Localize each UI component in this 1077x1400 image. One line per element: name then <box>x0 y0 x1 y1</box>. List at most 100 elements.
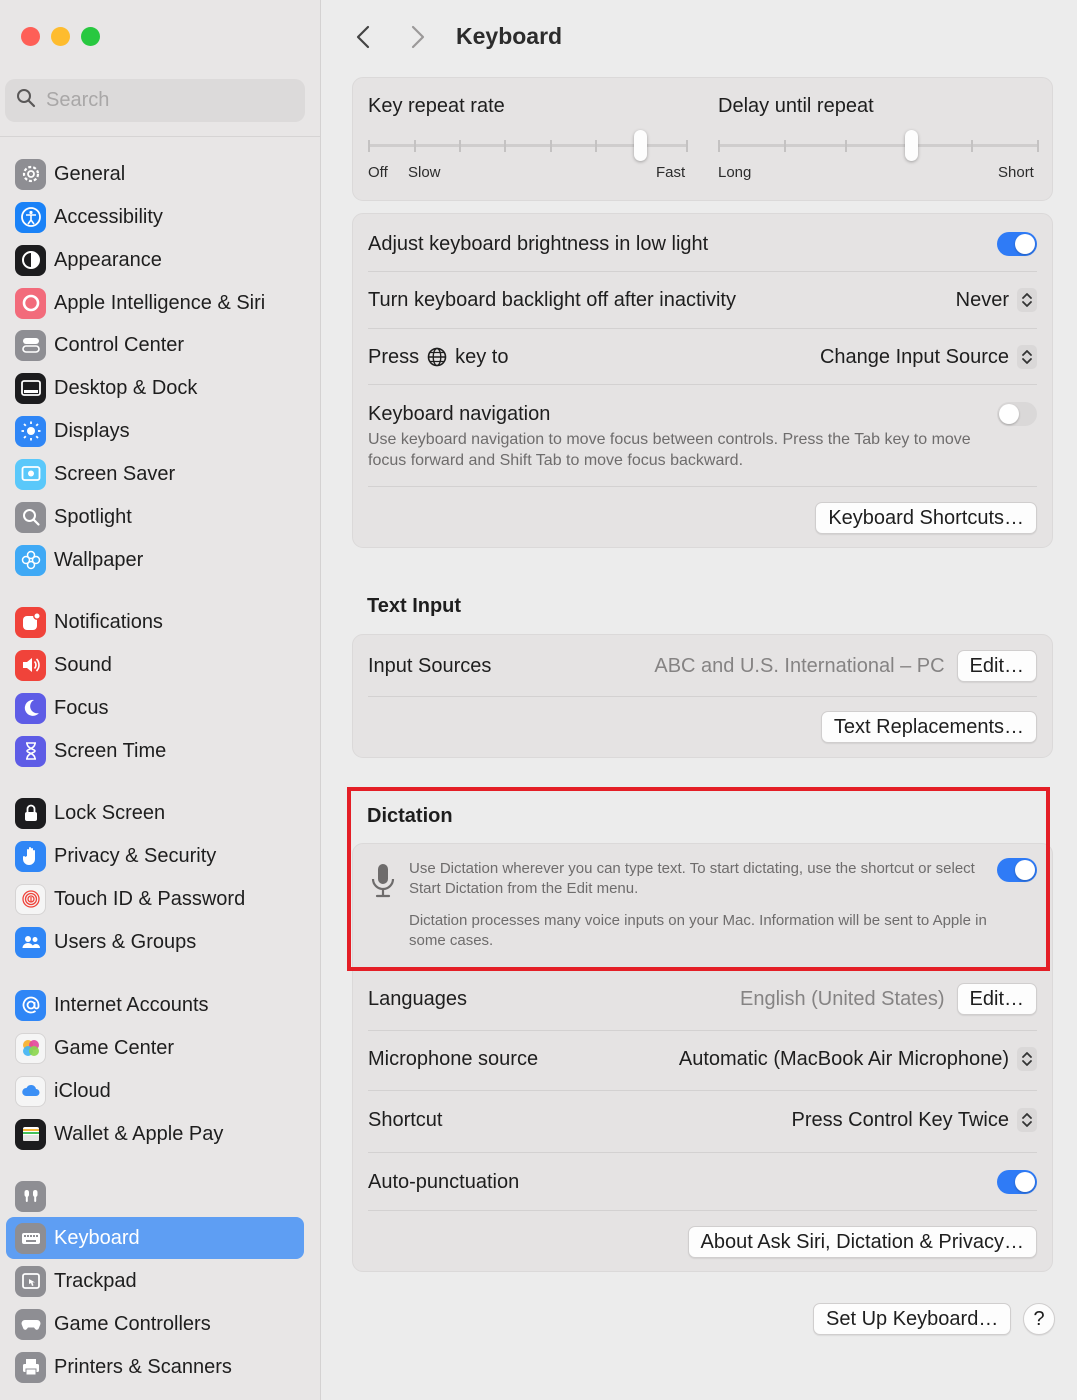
press-globe-select[interactable]: Change Input Source <box>820 345 1037 369</box>
shortcut-select[interactable]: Press Control Key Twice <box>792 1108 1037 1132</box>
sidebar-item-airpods[interactable] <box>6 1175 304 1217</box>
delay-slider[interactable] <box>718 128 1039 164</box>
back-button[interactable] <box>351 22 375 52</box>
sidebar-item-label: Game Controllers <box>54 1312 211 1335</box>
search-field[interactable] <box>5 79 305 122</box>
backlight-label: Turn keyboard backlight off after inacti… <box>368 288 736 311</box>
sidebar-item-apple-intelligence-and-siri[interactable]: Apple Intelligence & Siri <box>6 282 304 324</box>
sidebar-item-printers-and-scanners[interactable]: Printers & Scanners <box>6 1346 304 1388</box>
brightness-toggle[interactable] <box>997 232 1037 256</box>
key-repeat-fast-label: Fast <box>656 164 686 181</box>
delay-thumb[interactable] <box>904 130 918 161</box>
minimize-window-button[interactable] <box>51 27 70 46</box>
sidebar-item-label: Desktop & Dock <box>54 376 198 399</box>
users-icon <box>15 926 46 958</box>
notifications-icon <box>15 606 46 638</box>
languages-edit-button[interactable]: Edit… <box>956 983 1037 1015</box>
sidebar-divider <box>0 136 320 137</box>
globe-icon <box>427 347 447 367</box>
keyboard-nav-toggle[interactable] <box>997 402 1037 426</box>
backlight-value: Never <box>955 288 1009 311</box>
delay-long-label: Long <box>718 164 752 181</box>
sidebar-item-label: Lock Screen <box>54 801 166 824</box>
input-sources-label: Input Sources <box>368 654 492 677</box>
sidebar-item-privacy-and-security[interactable]: Privacy & Security <box>6 835 304 877</box>
airpods-icon <box>15 1180 46 1212</box>
sidebar-item-users-and-groups[interactable]: Users & Groups <box>6 921 304 963</box>
sidebar-item-internet-accounts[interactable]: Internet Accounts <box>6 984 304 1026</box>
zoom-window-button[interactable] <box>81 27 100 46</box>
keyboard-settings-card: Adjust keyboard brightness in low light … <box>352 213 1053 548</box>
up-down-chevron-icon <box>1017 1047 1037 1071</box>
sidebar-item-label: Displays <box>54 419 130 442</box>
control-center-icon <box>15 329 46 361</box>
input-sources-edit-button[interactable]: Edit… <box>956 650 1037 682</box>
auto-punctuation-toggle[interactable] <box>997 1170 1037 1194</box>
sidebar-item-game-center[interactable]: Game Center <box>6 1027 304 1069</box>
press-label-pre: Press <box>368 345 420 368</box>
forward-button[interactable] <box>406 22 430 52</box>
microphone-source-label: Microphone source <box>368 1047 539 1070</box>
sidebar-item-control-center[interactable]: Control Center <box>6 324 304 366</box>
sidebar-item-label: iCloud <box>54 1079 111 1102</box>
sidebar-item-icloud[interactable]: iCloud <box>6 1070 304 1112</box>
sidebar-item-general[interactable]: General <box>6 153 304 195</box>
sidebar-item-accessibility[interactable]: Accessibility <box>6 196 304 238</box>
about-siri-privacy-button[interactable]: About Ask Siri, Dictation & Privacy… <box>687 1226 1037 1258</box>
key-repeat-slider[interactable] <box>368 128 688 164</box>
sidebar-item-label: Spotlight <box>54 505 132 528</box>
press-globe-value: Change Input Source <box>819 345 1009 368</box>
sidebar-item-label: Screen Time <box>54 739 167 762</box>
sidebar-item-touch-id-and-password[interactable]: Touch ID & Password <box>6 878 304 920</box>
sidebar-item-trackpad[interactable]: Trackpad <box>6 1260 304 1302</box>
sidebar-item-keyboard[interactable]: Keyboard <box>6 1217 304 1259</box>
sidebar-item-label: Printers & Scanners <box>54 1355 232 1378</box>
backlight-select[interactable]: Never <box>956 288 1037 312</box>
text-replacements-button[interactable]: Text Replacements… <box>820 711 1037 743</box>
sidebar-item-label: Keyboard <box>54 1226 140 1249</box>
sidebar-item-label: Users & Groups <box>54 930 197 953</box>
close-window-button[interactable] <box>21 27 40 46</box>
focus-icon <box>15 692 46 724</box>
sidebar-item-label: Touch ID & Password <box>54 887 246 910</box>
key-repeat-thumb[interactable] <box>634 130 647 161</box>
search-input[interactable] <box>46 89 286 112</box>
sidebar-item-label: Appearance <box>54 248 162 271</box>
sidebar-item-wallet-and-apple-pay[interactable]: Wallet & Apple Pay <box>6 1113 304 1155</box>
hand-icon <box>15 840 46 872</box>
sidebar-item-screen-saver[interactable]: Screen Saver <box>6 453 304 495</box>
dock-icon <box>15 372 46 404</box>
sidebar-item-label: Internet Accounts <box>54 993 209 1016</box>
sidebar-item-sound[interactable]: Sound <box>6 644 304 686</box>
sidebar-item-notifications[interactable]: Notifications <box>6 601 304 643</box>
sidebar-item-appearance[interactable]: Appearance <box>6 239 304 281</box>
accessibility-icon <box>15 201 46 233</box>
input-sources-value: ABC and U.S. International – PC <box>654 654 945 677</box>
sidebar-item-spotlight[interactable]: Spotlight <box>6 496 304 538</box>
sidebar-item-displays[interactable]: Displays <box>6 410 304 452</box>
screen-time-icon <box>15 735 46 767</box>
keyboard-nav-label: Keyboard navigation <box>368 402 551 425</box>
at-icon <box>15 989 46 1021</box>
keyboard-shortcuts-button[interactable]: Keyboard Shortcuts… <box>815 502 1037 534</box>
page-title: Keyboard <box>456 23 563 49</box>
key-repeat-slow-label: Slow <box>408 164 441 181</box>
lock-icon <box>15 797 46 829</box>
microphone-source-select[interactable]: Automatic (MacBook Air Microphone) <box>679 1047 1037 1071</box>
languages-value: English (United States) <box>739 987 945 1010</box>
sidebar-item-wallpaper[interactable]: Wallpaper <box>6 539 304 581</box>
sidebar-item-label: Focus <box>54 696 109 719</box>
wallpaper-icon <box>15 544 46 576</box>
wallet-icon <box>15 1118 46 1150</box>
help-button[interactable]: ? <box>1023 1303 1055 1335</box>
chevron-left-icon <box>356 25 370 49</box>
sidebar-item-game-controllers[interactable]: Game Controllers <box>6 1303 304 1345</box>
shortcut-label: Shortcut <box>368 1108 443 1131</box>
sidebar-item-focus[interactable]: Focus <box>6 687 304 729</box>
set-up-keyboard-button[interactable]: Set Up Keyboard… <box>813 1303 1012 1335</box>
key-repeat-label: Key repeat rate <box>368 95 505 117</box>
sidebar-item-screen-time[interactable]: Screen Time <box>6 730 304 772</box>
sidebar-item-desktop-and-dock[interactable]: Desktop & Dock <box>6 367 304 409</box>
game-controller-icon <box>15 1308 46 1340</box>
sidebar-item-lock-screen[interactable]: Lock Screen <box>6 792 304 834</box>
